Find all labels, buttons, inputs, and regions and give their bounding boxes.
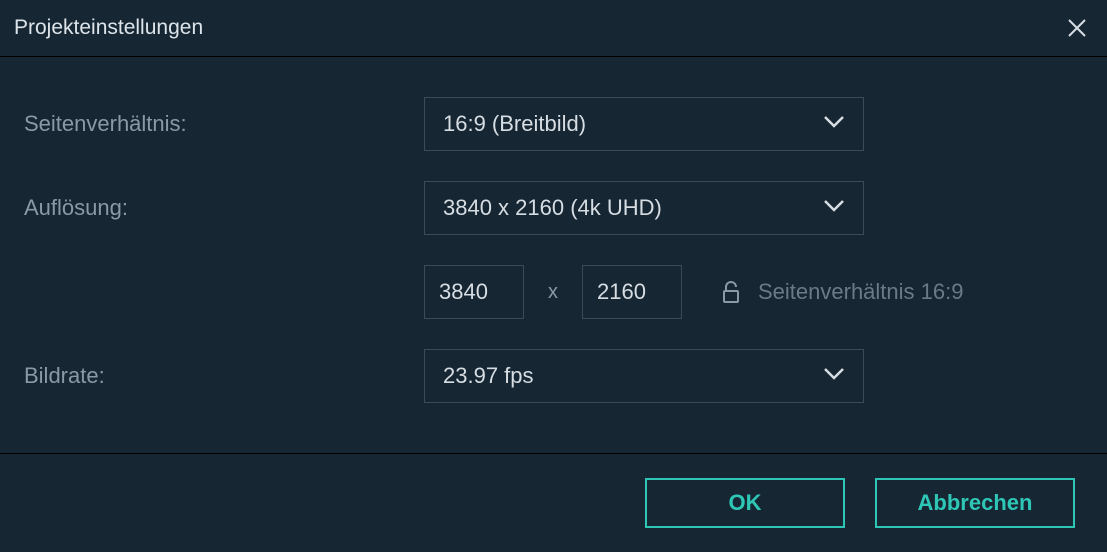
width-input[interactable] bbox=[424, 265, 524, 319]
dialog-header: Projekteinstellungen bbox=[0, 0, 1107, 57]
aspect-ratio-select[interactable]: 16:9 (Breitbild) bbox=[424, 97, 864, 151]
close-icon[interactable] bbox=[1067, 18, 1087, 38]
aspect-ratio-row: Seitenverhältnis: 16:9 (Breitbild) bbox=[24, 97, 1083, 151]
dimension-separator: x bbox=[524, 281, 582, 304]
chevron-down-icon bbox=[823, 367, 845, 386]
framerate-value: 23.97 fps bbox=[443, 363, 534, 389]
height-input[interactable] bbox=[582, 265, 682, 319]
dialog-footer: OK Abbrechen bbox=[0, 454, 1107, 552]
dialog-content: Seitenverhältnis: 16:9 (Breitbild) Auflö… bbox=[0, 57, 1107, 454]
dialog-title: Projekteinstellungen bbox=[14, 16, 203, 40]
cancel-button[interactable]: Abbrechen bbox=[875, 478, 1075, 528]
ratio-locked-text: Seitenverhältnis 16:9 bbox=[758, 279, 963, 305]
resolution-detail-row: x Seitenverhältnis 16:9 bbox=[424, 265, 1083, 319]
framerate-row: Bildrate: 23.97 fps bbox=[24, 349, 1083, 403]
resolution-row: Auflösung: 3840 x 2160 (4k UHD) bbox=[24, 181, 1083, 235]
aspect-ratio-value: 16:9 (Breitbild) bbox=[443, 111, 586, 137]
framerate-select[interactable]: 23.97 fps bbox=[424, 349, 864, 403]
aspect-ratio-label: Seitenverhältnis: bbox=[24, 111, 424, 137]
resolution-select[interactable]: 3840 x 2160 (4k UHD) bbox=[424, 181, 864, 235]
resolution-value: 3840 x 2160 (4k UHD) bbox=[443, 195, 662, 221]
ok-button[interactable]: OK bbox=[645, 478, 845, 528]
framerate-label: Bildrate: bbox=[24, 363, 424, 389]
chevron-down-icon bbox=[823, 199, 845, 218]
unlock-icon[interactable] bbox=[722, 281, 740, 303]
chevron-down-icon bbox=[823, 115, 845, 134]
resolution-label: Auflösung: bbox=[24, 195, 424, 221]
